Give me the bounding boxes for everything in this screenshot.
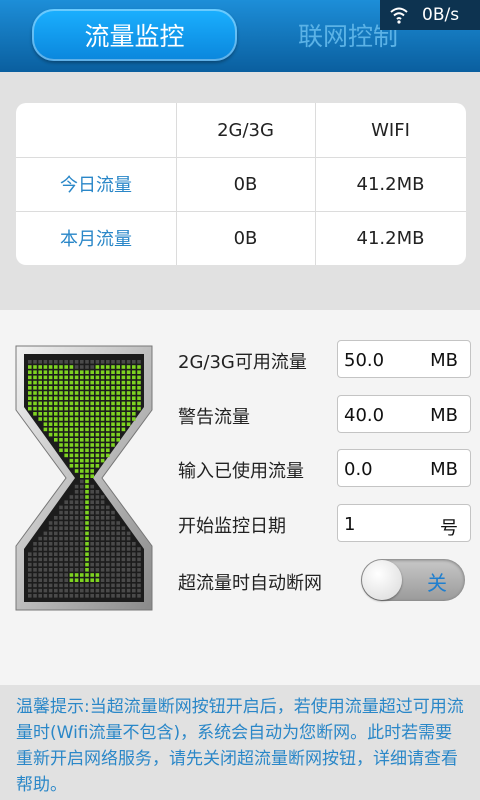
start-date-unit: 号	[440, 518, 458, 539]
auto-disconnect-toggle[interactable]: 关	[361, 559, 465, 601]
status-bar: 0B/s	[380, 0, 480, 30]
used-traffic-value: 0.0	[344, 459, 373, 480]
warning-traffic-unit: MB	[430, 405, 458, 426]
used-traffic-input[interactable]: 0.0 MB	[337, 449, 471, 487]
table-row-today: 今日流量 0B 41.2MB	[16, 157, 466, 211]
auto-disconnect-label: 超流量时自动断网	[178, 573, 322, 594]
tip-text: 温馨提示:当超流量断网按钮开启后，若使用流量超过可用流量时(Wifi流量不包含)…	[0, 685, 480, 800]
warning-traffic-input[interactable]: 40.0 MB	[337, 395, 471, 433]
used-traffic-unit: MB	[430, 459, 458, 480]
table-header-row: 2G/3G WIFI	[16, 103, 466, 157]
toggle-knob	[362, 560, 402, 600]
tab-traffic-monitor[interactable]: 流量监控	[32, 9, 237, 61]
today-mobile-value: 0B	[233, 173, 258, 195]
row-label-today: 今日流量	[60, 175, 132, 196]
header-cell-wifi: WIFI	[371, 119, 410, 141]
hourglass-icon	[15, 345, 153, 611]
available-traffic-label: 2G/3G可用流量	[178, 352, 307, 373]
wifi-icon	[390, 7, 408, 24]
available-traffic-value: 50.0	[344, 350, 385, 371]
month-mobile-value: 0B	[233, 227, 258, 249]
month-wifi-value: 41.2MB	[356, 227, 425, 249]
today-wifi-value: 41.2MB	[356, 173, 425, 195]
traffic-stats-table: 2G/3G WIFI 今日流量 0B 41.2MB 本月流量 0B 41.2MB	[16, 103, 466, 265]
settings-section: 2G/3G可用流量 50.0 MB 警告流量 40.0 MB 输入已使用流量 0…	[0, 310, 480, 685]
warning-traffic-label: 警告流量	[178, 407, 250, 428]
row-label-month: 本月流量	[60, 229, 132, 250]
available-traffic-unit: MB	[430, 350, 458, 371]
used-traffic-label: 输入已使用流量	[178, 461, 304, 482]
header-cell-mobile: 2G/3G	[217, 119, 274, 141]
network-speed: 0B/s	[422, 5, 460, 25]
toggle-state-text: 关	[427, 571, 447, 595]
available-traffic-input[interactable]: 50.0 MB	[337, 340, 471, 378]
start-date-value: 1	[344, 514, 356, 535]
header-cell-empty	[16, 103, 176, 157]
stats-section: 2G/3G WIFI 今日流量 0B 41.2MB 本月流量 0B 41.2MB	[0, 72, 480, 310]
start-date-input[interactable]: 1 号	[337, 504, 471, 542]
start-date-label: 开始监控日期	[178, 516, 286, 537]
warning-traffic-value: 40.0	[344, 405, 385, 426]
table-row-month: 本月流量 0B 41.2MB	[16, 211, 466, 265]
